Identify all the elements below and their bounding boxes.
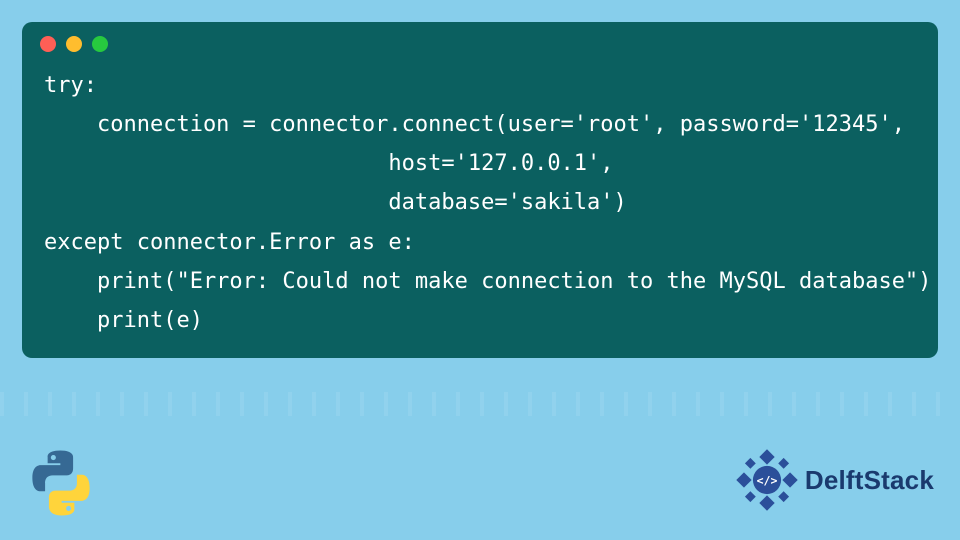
delftstack-logo: </> DelftStack <box>735 448 934 512</box>
minimize-icon[interactable] <box>66 36 82 52</box>
code-block: try: connection = connector.connect(user… <box>22 60 938 340</box>
close-icon[interactable] <box>40 36 56 52</box>
delftstack-label: DelftStack <box>805 465 934 496</box>
python-logo-icon <box>26 448 96 518</box>
delftstack-logo-icon: </> <box>735 448 799 512</box>
maximize-icon[interactable] <box>92 36 108 52</box>
code-line: host='127.0.0.1', <box>44 151 614 176</box>
code-line: database='sakila') <box>44 190 627 215</box>
code-line: connection = connector.connect(user='roo… <box>44 112 905 137</box>
svg-text:</>: </> <box>756 473 777 487</box>
code-line: print("Error: Could not make connection … <box>44 269 931 294</box>
window-titlebar <box>22 22 938 60</box>
code-line: try: <box>44 73 97 98</box>
decorative-pattern <box>0 392 960 416</box>
code-window: try: connection = connector.connect(user… <box>22 22 938 358</box>
code-line: print(e) <box>44 308 203 333</box>
code-line: except connector.Error as e: <box>44 230 415 255</box>
